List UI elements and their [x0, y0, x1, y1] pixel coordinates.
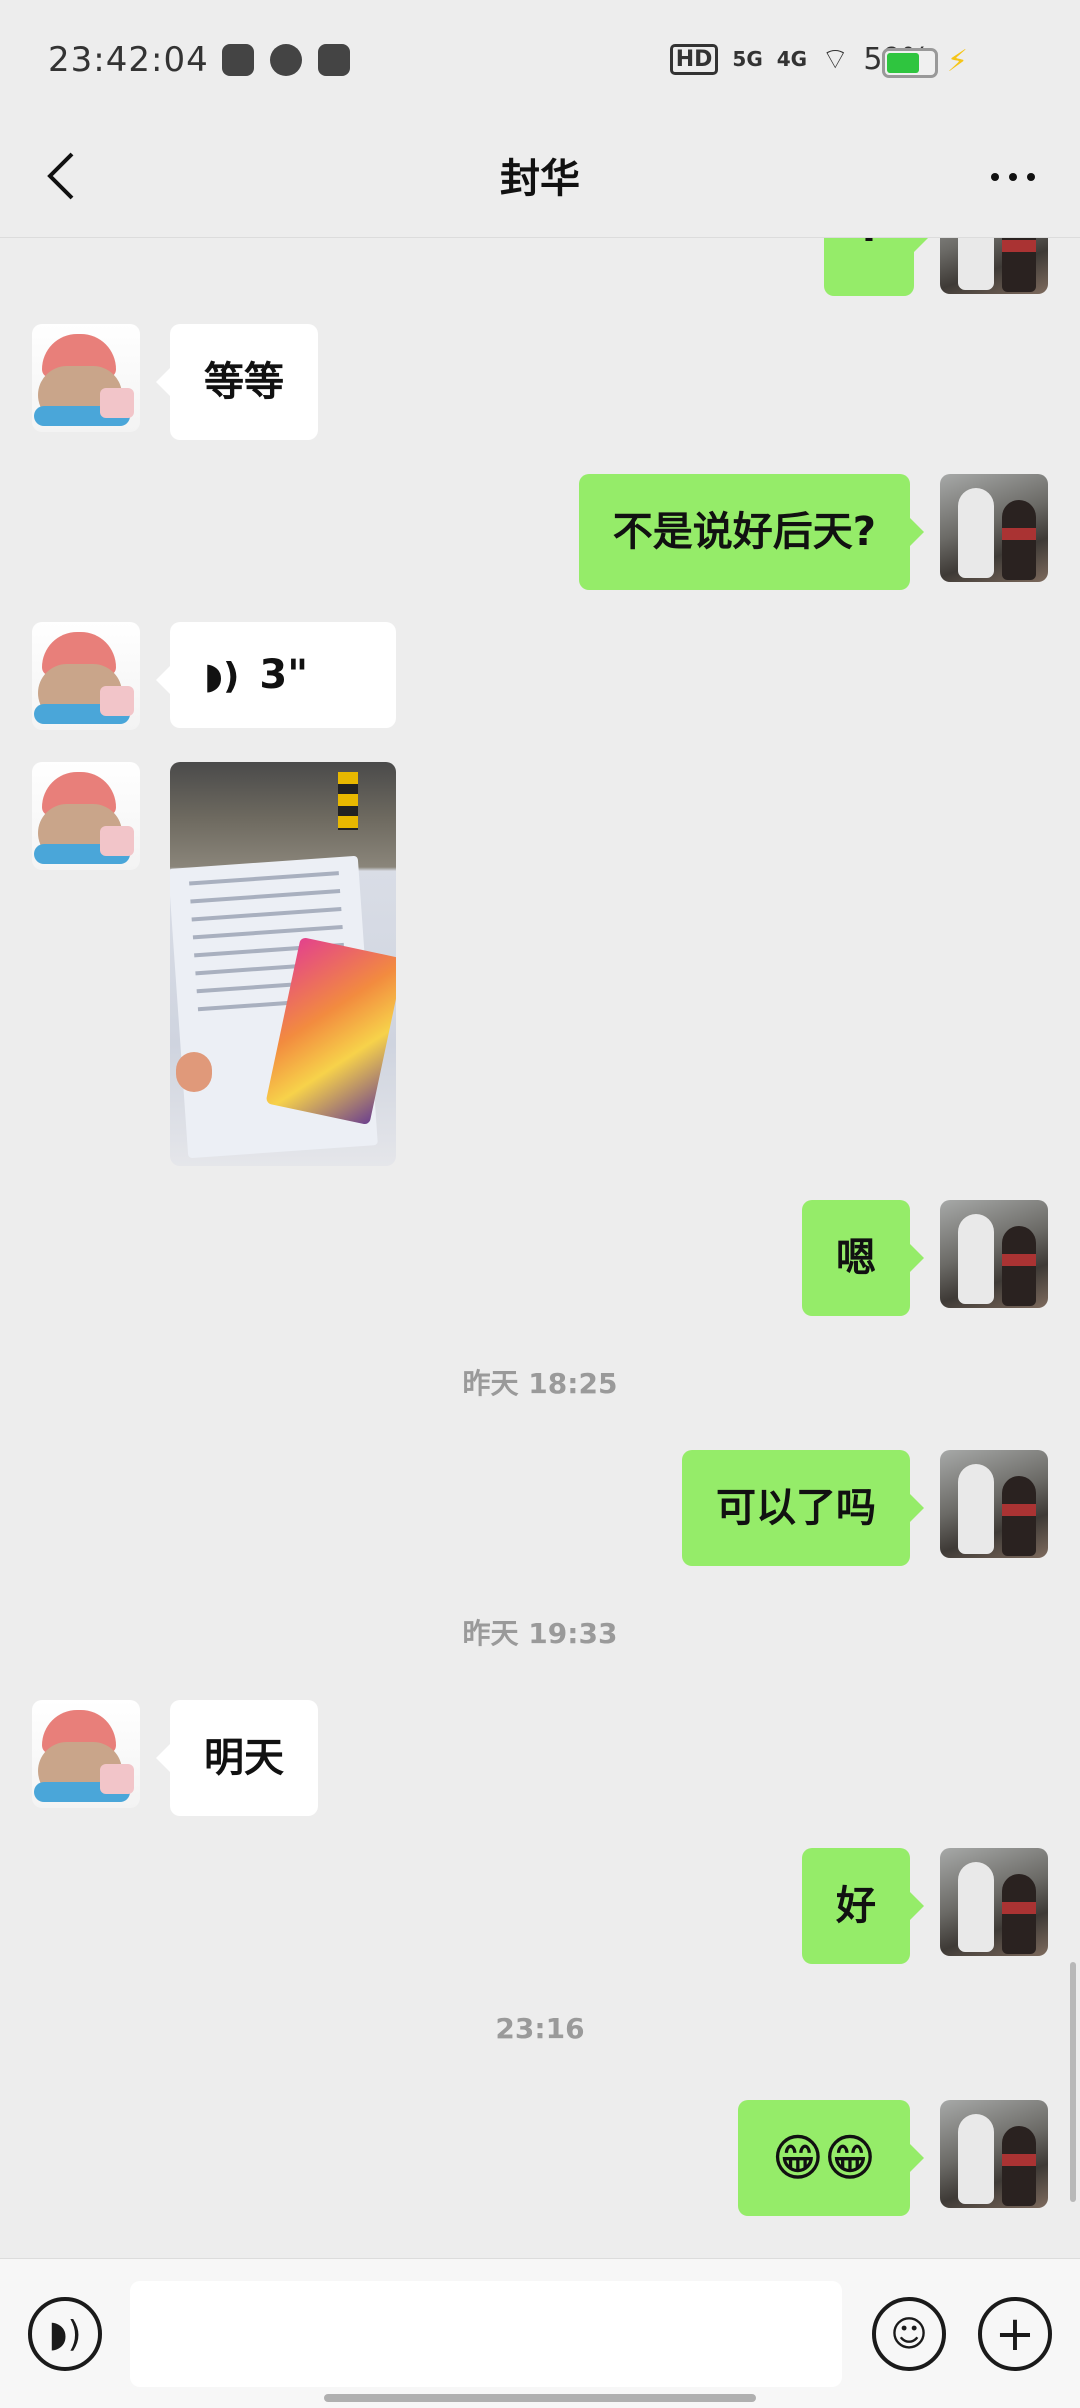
voice-icon: ◗) [48, 2313, 82, 2355]
message-bubble[interactable]: 明天 [156, 1700, 318, 1816]
home-indicator[interactable] [324, 2394, 756, 2402]
voice-duration: 3" [259, 652, 309, 698]
my-avatar[interactable] [940, 2100, 1048, 2208]
message-bubble[interactable]: 好 [802, 1848, 924, 1964]
emoji-icon: ☺ [890, 2313, 928, 2355]
hd-icon: HD [669, 43, 719, 75]
message-bubble[interactable]: 嗯 [802, 1200, 924, 1316]
message-bubble[interactable]: · [824, 238, 928, 296]
message-input[interactable] [130, 2281, 842, 2387]
battery-icon [882, 48, 938, 78]
message-timestamp: 昨天 18:25 [462, 1367, 618, 1400]
message-notification-icon [270, 44, 302, 76]
plus-icon: + [994, 2306, 1036, 2362]
chat-area[interactable]: · 等等 不是说好后天? ◗) 3" 嗯 昨天 18:25 可以了吗 昨天 19:… [0, 238, 1080, 2258]
status-time: 23:42:04 [48, 40, 209, 80]
contact-avatar[interactable] [32, 622, 140, 730]
more-button[interactable] [978, 152, 1048, 202]
app-notification-icon [222, 44, 254, 76]
my-avatar[interactable] [940, 1450, 1048, 1558]
message-timestamp: 昨天 19:33 [462, 1617, 618, 1650]
emoji-message-bubble[interactable]: 😁😁 [737, 2100, 925, 2216]
chat-title: 封华 [500, 156, 580, 202]
signal-4g-icon: 4G [776, 47, 808, 71]
contact-avatar[interactable] [32, 324, 140, 432]
app-notification-icon-2 [318, 44, 350, 76]
chat-scrollbar[interactable] [1070, 1962, 1076, 2202]
my-avatar[interactable] [940, 1200, 1048, 1308]
notification-icons [222, 44, 350, 76]
voice-input-button[interactable]: ◗) [28, 2297, 102, 2371]
image-message[interactable] [170, 762, 396, 1166]
wifi-icon: ⌔ [821, 42, 850, 77]
message-bubble[interactable]: 等等 [156, 324, 318, 440]
my-avatar[interactable] [940, 1848, 1048, 1956]
contact-avatar[interactable] [32, 1700, 140, 1808]
message-timestamp: 23:16 [495, 2012, 585, 2045]
emoji-button[interactable]: ☺ [872, 2297, 946, 2371]
my-avatar[interactable] [940, 474, 1048, 582]
voice-wave-icon: ◗) [204, 656, 240, 697]
plus-button[interactable]: + [978, 2297, 1052, 2371]
charging-icon: ⚡ [946, 44, 968, 79]
voice-message-bubble[interactable]: ◗) 3" [156, 622, 396, 728]
message-bubble[interactable]: 可以了吗 [682, 1450, 924, 1566]
nav-bar: 封华 [0, 122, 1080, 238]
my-avatar[interactable] [940, 238, 1048, 294]
input-bar: ◗) ☺ + [0, 2258, 1080, 2408]
status-bar: 23:42:04 HD 5G 4G ⌔ 59% ⚡ [0, 0, 1080, 122]
signal-5g-icon: 5G [732, 47, 763, 71]
contact-avatar[interactable] [32, 762, 140, 870]
more-dots-icon [991, 173, 999, 181]
message-bubble[interactable]: 不是说好后天? [578, 474, 925, 590]
